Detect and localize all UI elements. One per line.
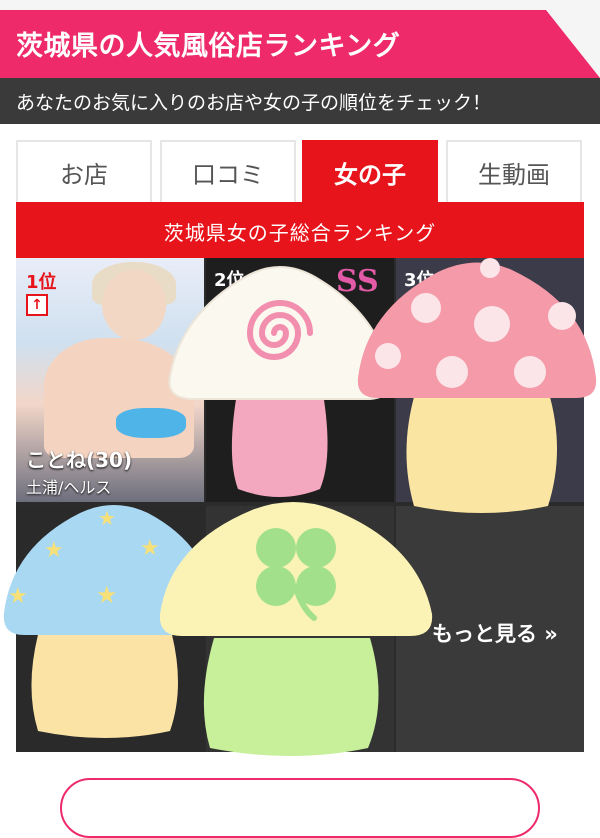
tab-girls[interactable]: 女の子 [302,140,438,202]
tab-reviews[interactable]: 口コミ [160,140,296,202]
more-button-label[interactable]: もっと見る » [432,618,558,648]
tab-live-video[interactable]: 生動画 [446,140,582,202]
girl-name: ことね(30) [26,448,133,472]
page-title: 茨城県の人気風俗店ランキング [16,31,401,62]
svg-text:★: ★ [8,584,28,609]
rank-up-icon: ↑ [26,294,48,316]
tab-bar: お店 口コミ 女の子 生動画 [16,140,584,202]
svg-text:★: ★ [98,506,116,530]
svg-text:★: ★ [44,538,64,563]
tab-shops[interactable]: お店 [16,140,152,202]
polka-dot-mushroom-sticker [357,258,597,513]
ranking-title: 茨城県女の子総合ランキング [163,221,437,245]
clover-mushroom-sticker [159,502,433,756]
svg-text:★: ★ [96,581,118,609]
rank-badge: 1位 [26,272,57,293]
profile-photo-face [102,270,166,340]
bottom-pill-button[interactable] [60,778,540,838]
subheader-text: あなたのお気に入りのお店や女の子の順位をチェック！ [16,92,492,114]
